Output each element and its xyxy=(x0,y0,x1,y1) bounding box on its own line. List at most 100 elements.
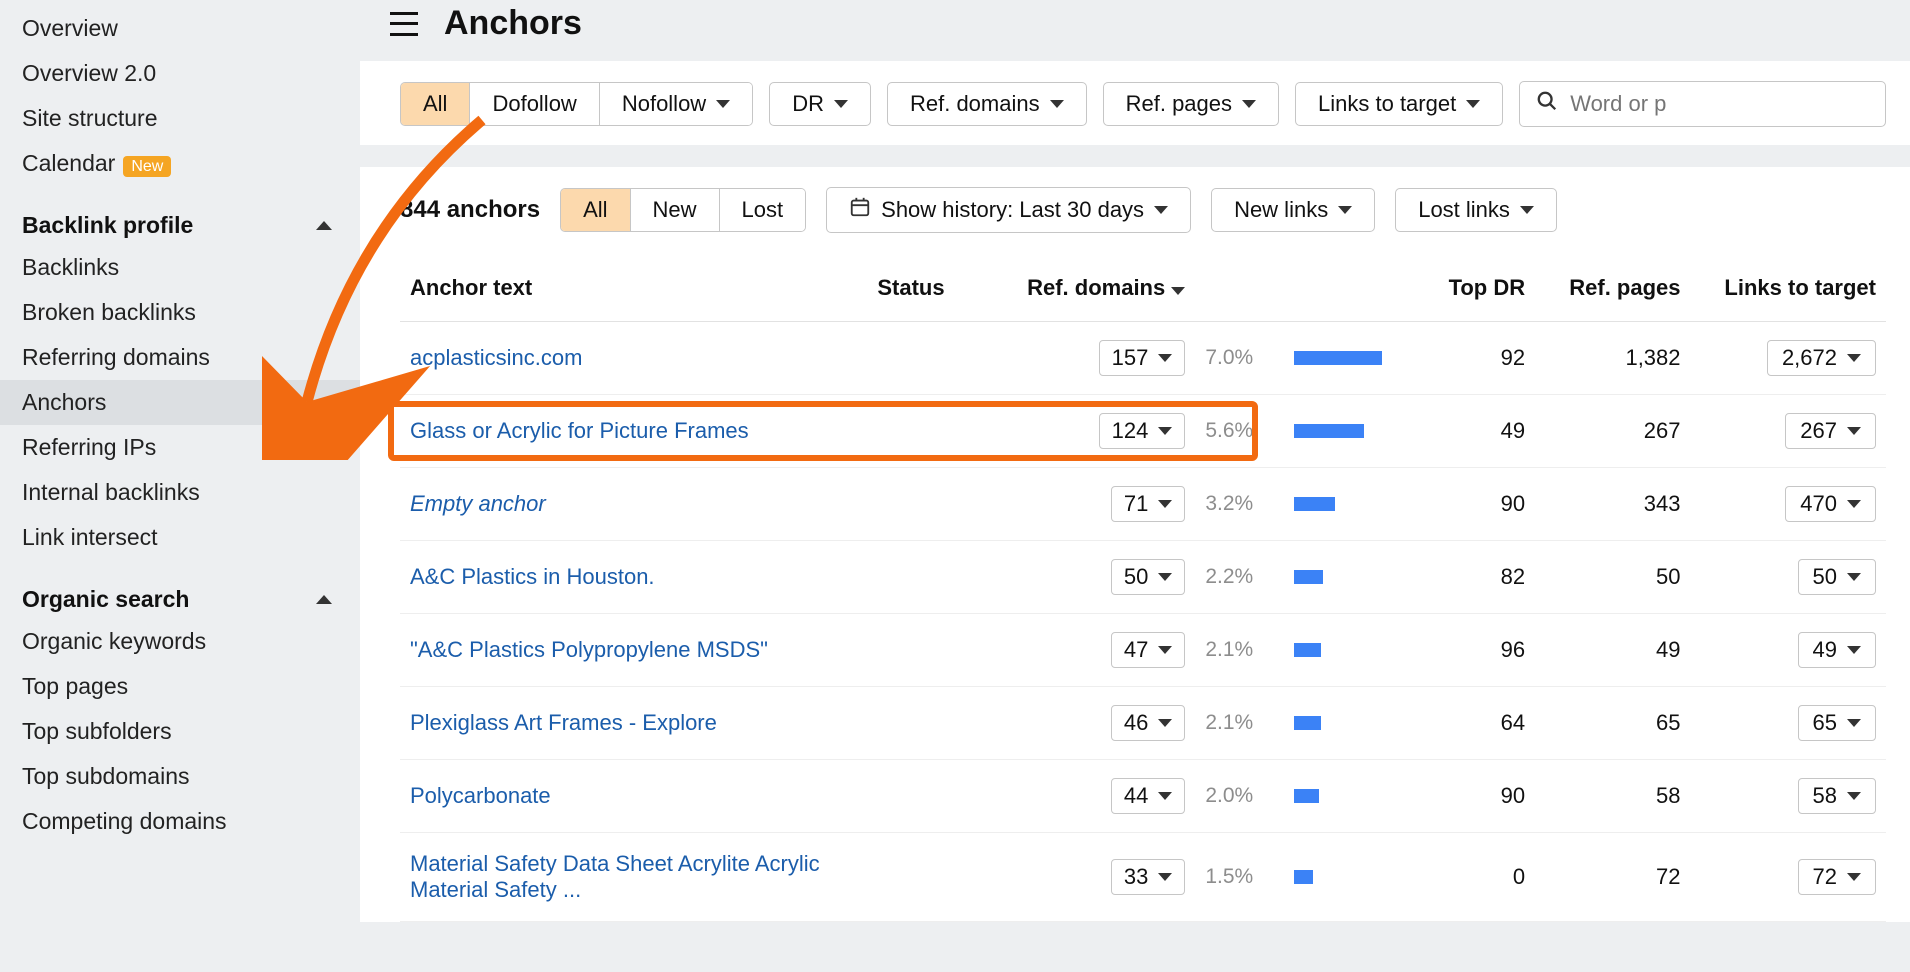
filter-ref-pages[interactable]: Ref. pages xyxy=(1103,82,1279,126)
filter-ref-domains[interactable]: Ref. domains xyxy=(887,82,1087,126)
chevron-down-icon xyxy=(1847,719,1861,727)
chevron-down-icon xyxy=(1158,427,1172,435)
sidebar-item[interactable]: Site structure xyxy=(22,96,360,141)
sidebar-item[interactable]: Top subfolders xyxy=(22,709,360,754)
col-status[interactable]: Status xyxy=(867,251,982,322)
ref-pages-value: 58 xyxy=(1535,760,1690,833)
lost-links-label: Lost links xyxy=(1418,197,1510,223)
ref-domains-bar xyxy=(1294,643,1321,657)
sidebar-item[interactable]: Top subdomains xyxy=(22,754,360,799)
sidebar-item[interactable]: Internal backlinks xyxy=(22,470,360,515)
sidebar-item[interactable]: Overview 2.0 xyxy=(22,51,360,96)
col-ref-pages[interactable]: Ref. pages xyxy=(1535,251,1690,322)
sidebar-item[interactable]: Competing domains xyxy=(22,799,360,844)
col-ref-domains[interactable]: Ref. domains xyxy=(982,251,1195,322)
sidebar-item[interactable]: Referring domains xyxy=(22,335,360,380)
sidebar-item[interactable]: Overview xyxy=(22,6,360,51)
sidebar-item[interactable]: Anchors xyxy=(0,380,360,425)
filter-nofollow-label: Nofollow xyxy=(622,91,706,117)
anchors-count: 844 anchors xyxy=(400,196,540,224)
ref-domains-dropdown[interactable]: 33 xyxy=(1111,859,1185,895)
filter-dr[interactable]: DR xyxy=(769,82,871,126)
filter-links-to-target[interactable]: Links to target xyxy=(1295,82,1503,126)
filter-dofollow[interactable]: Dofollow xyxy=(470,83,599,125)
links-to-target-dropdown[interactable]: 50 xyxy=(1798,559,1876,595)
anchors-table-wrap: Anchor text Status Ref. domains Top DR R… xyxy=(360,251,1910,922)
col-links-to-target[interactable]: Links to target xyxy=(1691,251,1886,322)
ref-pages-value: 65 xyxy=(1535,687,1690,760)
ref-domains-percent: 5.6% xyxy=(1205,419,1274,443)
links-to-target-dropdown[interactable]: 65 xyxy=(1798,705,1876,741)
col-top-dr[interactable]: Top DR xyxy=(1419,251,1535,322)
sidebar-item[interactable]: Broken backlinks xyxy=(22,290,360,335)
sidebar-group-header[interactable]: Backlink profile xyxy=(22,212,360,239)
ref-domains-dropdown[interactable]: 44 xyxy=(1111,778,1185,814)
top-dr-value: 90 xyxy=(1419,760,1535,833)
sidebar-item[interactable]: CalendarNew xyxy=(22,141,360,186)
anchor-text-link[interactable]: A&C Plastics in Houston. xyxy=(410,564,655,589)
ref-domains-percent: 1.5% xyxy=(1205,865,1274,889)
anchor-text-link[interactable]: Polycarbonate xyxy=(410,783,551,808)
ref-domains-bar xyxy=(1294,870,1313,884)
ref-domains-bar xyxy=(1294,716,1321,730)
history-dropdown[interactable]: Show history: Last 30 days xyxy=(826,187,1191,233)
ref-domains-percent: 2.1% xyxy=(1205,711,1274,735)
sort-desc-icon xyxy=(1171,287,1185,295)
links-to-target-dropdown[interactable]: 58 xyxy=(1798,778,1876,814)
chevron-up-icon xyxy=(316,595,332,604)
chevron-down-icon xyxy=(1847,500,1861,508)
ref-domains-dropdown[interactable]: 157 xyxy=(1099,340,1186,376)
chevron-down-icon xyxy=(1847,573,1861,581)
page-title: Anchors xyxy=(444,4,582,43)
page-header: Anchors xyxy=(360,0,1910,61)
new-links-dropdown[interactable]: New links xyxy=(1211,188,1375,232)
anchor-text-link[interactable]: "A&C Plastics Polypropylene MSDS" xyxy=(410,637,768,662)
sidebar-item[interactable]: Referring IPs xyxy=(22,425,360,470)
table-row: acplasticsinc.com1577.0%921,3822,672 xyxy=(400,322,1886,395)
ref-domains-dropdown[interactable]: 124 xyxy=(1099,413,1186,449)
anchor-text-link[interactable]: Empty anchor xyxy=(410,491,546,516)
links-to-target-dropdown[interactable]: 49 xyxy=(1798,632,1876,668)
sidebar-item[interactable]: Organic keywords xyxy=(22,619,360,664)
chevron-down-icon xyxy=(1050,100,1064,108)
chevron-up-icon xyxy=(316,221,332,230)
search-input[interactable] xyxy=(1570,91,1869,117)
ref-domains-bar xyxy=(1294,424,1364,438)
anchor-text-link[interactable]: Material Safety Data Sheet Acrylite Acry… xyxy=(410,851,820,902)
lost-links-dropdown[interactable]: Lost links xyxy=(1395,188,1557,232)
filter-all[interactable]: All xyxy=(401,83,470,125)
ref-pages-value: 1,382 xyxy=(1535,322,1690,395)
col-anchor-text[interactable]: Anchor text xyxy=(400,251,867,322)
chevron-down-icon xyxy=(1847,792,1861,800)
links-to-target-dropdown[interactable]: 2,672 xyxy=(1767,340,1876,376)
links-to-target-dropdown[interactable]: 267 xyxy=(1785,413,1876,449)
links-to-target-dropdown[interactable]: 470 xyxy=(1785,486,1876,522)
chevron-down-icon xyxy=(1158,500,1172,508)
sidebar-group-header[interactable]: Organic search xyxy=(22,586,360,613)
sidebar-item[interactable]: Top pages xyxy=(22,664,360,709)
chevron-down-icon xyxy=(1847,873,1861,881)
status-all[interactable]: All xyxy=(561,189,630,231)
status-lost[interactable]: Lost xyxy=(720,189,806,231)
anchor-text-link[interactable]: Glass or Acrylic for Picture Frames xyxy=(410,418,749,443)
ref-domains-dropdown[interactable]: 50 xyxy=(1111,559,1185,595)
ref-domains-dropdown[interactable]: 47 xyxy=(1111,632,1185,668)
filter-nofollow[interactable]: Nofollow xyxy=(600,83,752,125)
links-to-target-dropdown[interactable]: 72 xyxy=(1798,859,1876,895)
sidebar-item[interactable]: Backlinks xyxy=(22,245,360,290)
top-dr-value: 92 xyxy=(1419,322,1535,395)
filter-ref-pages-label: Ref. pages xyxy=(1126,91,1232,117)
chevron-down-icon xyxy=(1158,792,1172,800)
chevron-down-icon xyxy=(716,100,730,108)
menu-toggle-icon[interactable] xyxy=(390,12,418,36)
anchor-text-link[interactable]: acplasticsinc.com xyxy=(410,345,582,370)
ref-domains-dropdown[interactable]: 46 xyxy=(1111,705,1185,741)
table-row: Empty anchor713.2%90343470 xyxy=(400,468,1886,541)
status-new[interactable]: New xyxy=(631,189,720,231)
sidebar-item[interactable]: Link intersect xyxy=(22,515,360,560)
table-row: Plexiglass Art Frames - Explore462.1%646… xyxy=(400,687,1886,760)
anchor-text-link[interactable]: Plexiglass Art Frames - Explore xyxy=(410,710,717,735)
chevron-down-icon xyxy=(1847,427,1861,435)
chevron-down-icon xyxy=(1154,206,1168,214)
ref-domains-dropdown[interactable]: 71 xyxy=(1111,486,1185,522)
